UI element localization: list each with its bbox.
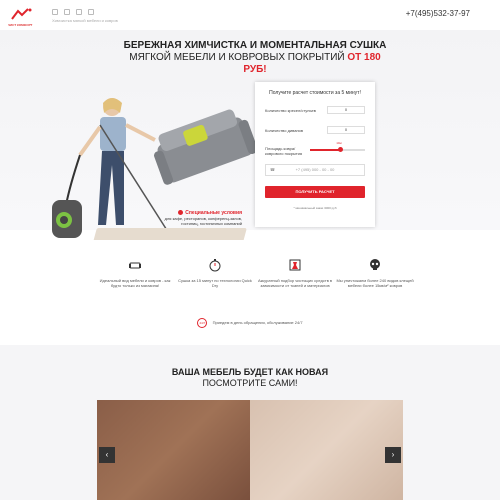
next-arrow-button[interactable]: › [385,447,401,463]
slider-value: 10м [336,141,342,145]
header-phone[interactable]: +7(495)532-37-97 [406,9,470,18]
feature-text: Аккуратный подбор чистящих средств в зав… [257,278,333,288]
phone-placeholder: +7 (495) 000 - 00 - 00 [295,167,335,172]
phone-icon: ☎ [270,167,275,172]
sms-icon [88,9,94,15]
slider-knob[interactable] [337,147,343,152]
feature-text: Мы уничтожаем более 240 видов клещей меб… [336,278,414,288]
service-badge: 24/7 Приедем в день обращения, обслужива… [0,318,500,328]
form-title: Получите расчет стоимости за 5 минут! [269,90,361,96]
sofa-image [154,109,258,185]
logo-text: ЧИСТ КОМФОРТ [8,23,33,27]
sofas-stepper[interactable]: 0 [327,126,365,134]
feature-item: Идеальный вид мебели и ковров - как будт… [95,258,175,288]
sofa-icon [128,258,142,272]
skull-icon [368,258,382,272]
hero-title-line2: мягкой мебели и ковровых покрытий [129,52,345,63]
flask-icon [288,258,302,272]
slider-fill [310,149,341,151]
feature-item: Мы уничтожаем более 240 видов клещей меб… [335,258,415,288]
feature-item: Аккуратный подбор чистящих средств в зав… [255,258,335,288]
header-icons [52,9,94,15]
sofas-value: 0 [344,127,348,132]
carpet-label: Площадь ковра/ коврового покрытия [265,146,303,156]
logo-icon [11,8,32,20]
chairs-stepper[interactable]: 0 [327,106,365,114]
calc-form: Получите расчет стоимости за 5 минут! Ко… [255,82,375,227]
feature-text: Сушка за 15 минут по технологии Quick Dr… [178,278,252,288]
before-after-section: Ваша мебель будет как новая посмотрите с… [0,345,500,500]
special-icon [178,210,184,215]
timer-icon [208,258,222,272]
header: ЧИСТ КОМФОРТ Химчистка мягкой мебели и к… [0,0,500,30]
before-after-gallery [97,400,403,500]
clock-24-icon: 24/7 [197,318,208,328]
feature-item: Сушка за 15 минут по технологии Quick Dr… [175,258,255,288]
form-note: * минимальный заказ 3000 руб [293,206,337,210]
hero-title: Бережная химчистка и моментальная сушка … [120,40,390,76]
phone-input[interactable]: ☎ +7 (495) 000 - 00 - 00 [265,164,365,176]
section-title: Ваша мебель будет как новая посмотрите с… [0,367,500,389]
mail-icon [52,9,58,15]
special-title: Специальные условия [185,209,242,216]
prev-arrow-button[interactable]: ‹ [99,447,115,463]
before-image [97,400,250,500]
chairs-label: Количество кресел/стульев [265,108,316,113]
chairs-value: 0 [344,107,348,112]
doc-icon [76,9,82,15]
sofas-label: Количество диванов [265,128,304,133]
service-badge-text: Приедем в день обращения, обслуживание 2… [212,320,303,326]
section-title-line1: Ваша мебель будет как новая [171,367,329,377]
special-conditions: Специальные условия для кафе, ресторанов… [160,210,242,226]
chat-icon [64,9,70,15]
hero-title-line2-wrap: мягкой мебели и ковровых покрытий от 180… [120,52,390,76]
feature-text: Идеальный вид мебели и ковров - как будт… [99,278,171,288]
tagline: Химчистка мягкой мебели и ковров [52,18,118,23]
get-calc-button[interactable]: Получить расчет [265,186,365,198]
hero-title-line1: Бережная химчистка и моментальная сушка [123,40,387,51]
section-title-line2: посмотрите сами! [202,378,298,388]
special-text: для кафе, ресторанов, конференц-залов, г… [164,215,242,226]
hero-section: Бережная химчистка и моментальная сушка … [0,30,500,242]
carpet-slider[interactable]: 10м [310,141,365,152]
after-image [250,400,403,500]
